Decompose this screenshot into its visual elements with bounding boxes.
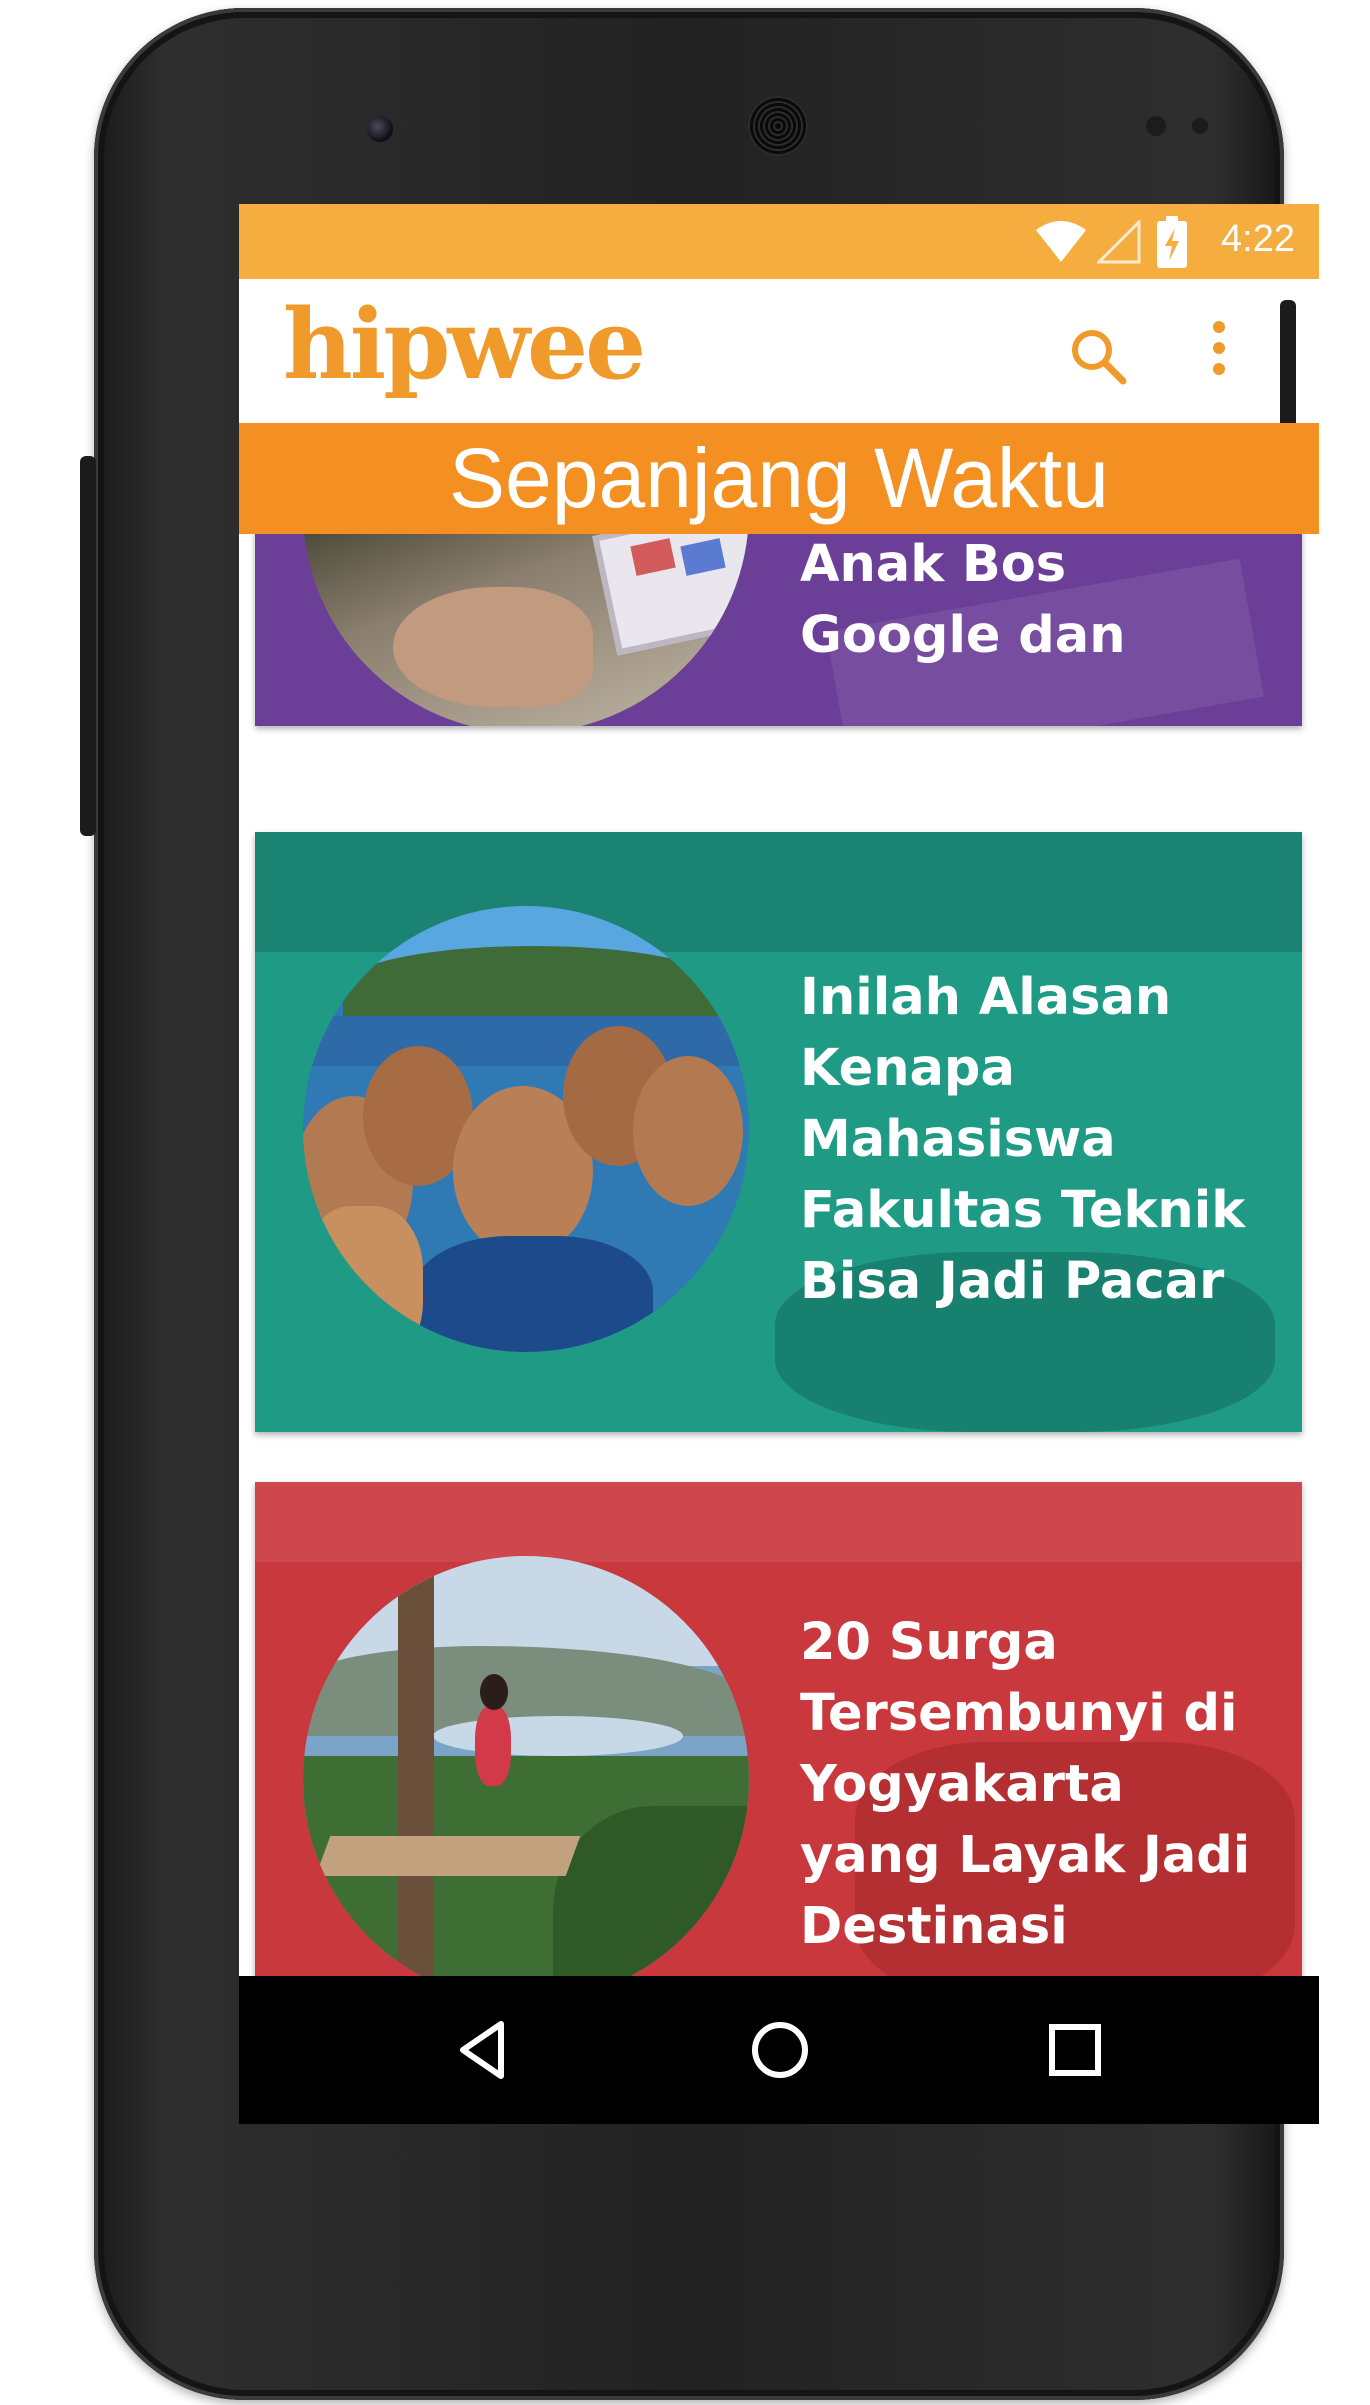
- phone-frame: 4:22 hipwee Sepanjang Waktu Anak Bos Goo…: [94, 8, 1319, 2400]
- front-camera: [367, 116, 393, 142]
- battery-charging-icon: [1157, 216, 1187, 268]
- screen: 4:22 hipwee Sepanjang Waktu Anak Bos Goo…: [239, 204, 1319, 2124]
- app-bar: hipwee: [239, 279, 1319, 423]
- earpiece-speaker: [748, 96, 808, 156]
- wifi-icon: [1036, 221, 1086, 262]
- article-thumbnail: [303, 906, 749, 1352]
- article-list: Anak Bos Google dan Inilah Alasan Kenapa…: [239, 534, 1319, 1976]
- signal-icon: [1097, 220, 1141, 264]
- recents-icon[interactable]: [1039, 2014, 1111, 2086]
- section-title: Sepanjang Waktu: [239, 423, 1319, 534]
- proximity-sensor: [1146, 116, 1166, 136]
- article-card[interactable]: 20 Surga Tersembunyi di Yogyakarta yang …: [255, 1482, 1302, 1976]
- overflow-menu-icon[interactable]: [1199, 315, 1239, 385]
- navigation-bar: [239, 1976, 1319, 2124]
- home-icon[interactable]: [744, 2014, 816, 2086]
- volume-button[interactable]: [80, 456, 96, 836]
- article-thumbnail: [303, 1556, 749, 1976]
- article-title: Inilah Alasan Kenapa Mahasiswa Fakultas …: [800, 968, 1246, 1311]
- light-sensor: [1192, 118, 1208, 134]
- article-title: 20 Surga Tersembunyi di Yogyakarta yang …: [800, 1613, 1251, 1956]
- search-icon[interactable]: [1065, 323, 1135, 393]
- hipwee-logo[interactable]: hipwee: [283, 297, 646, 393]
- article-title: Anak Bos Google dan: [800, 535, 1126, 665]
- article-card[interactable]: Anak Bos Google dan: [255, 534, 1302, 726]
- article-thumbnail: [303, 534, 749, 726]
- article-card[interactable]: Inilah Alasan Kenapa Mahasiswa Fakultas …: [255, 832, 1302, 1432]
- status-time: 4:22: [1221, 218, 1295, 260]
- back-icon[interactable]: [449, 2014, 521, 2086]
- status-bar: 4:22: [239, 204, 1319, 279]
